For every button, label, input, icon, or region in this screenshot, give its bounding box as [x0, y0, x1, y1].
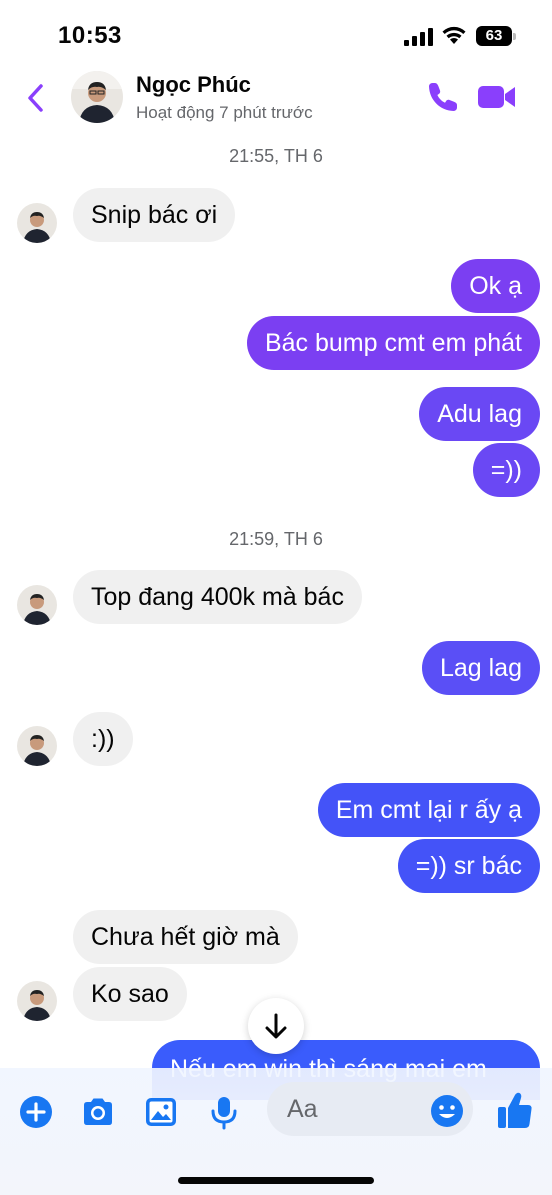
home-indicator — [178, 1177, 374, 1184]
outgoing-message[interactable]: Em cmt lại r ấy ạ — [317, 783, 540, 837]
back-chevron-icon[interactable] — [22, 80, 52, 116]
outgoing-message[interactable]: =)) sr bác — [397, 839, 540, 893]
outgoing-message[interactable]: Lag lag — [421, 641, 540, 695]
plus-icon[interactable] — [18, 1094, 54, 1130]
arrow-down-icon — [265, 1013, 287, 1039]
wifi-icon — [442, 26, 466, 44]
timestamp: 21:59, TH 6 — [229, 529, 323, 549]
contact-name[interactable]: Ngọc Phúc — [136, 72, 251, 98]
emoji-icon[interactable] — [430, 1094, 464, 1128]
message-composer — [0, 1068, 552, 1195]
incoming-message[interactable]: Chưa hết giờ mà — [73, 910, 298, 964]
incoming-message[interactable]: :)) — [73, 712, 133, 766]
outgoing-message[interactable]: Adu lag — [419, 387, 540, 441]
contact-avatar[interactable] — [71, 71, 123, 123]
contact-avatar-small — [17, 585, 57, 625]
image-icon[interactable] — [143, 1094, 179, 1130]
activity-status: Hoạt động 7 phút trước — [136, 103, 313, 122]
signal-icon — [404, 28, 434, 46]
status-bar: 10:53 63 — [0, 0, 552, 62]
status-time: 10:53 — [58, 22, 122, 49]
outgoing-message[interactable]: Ok ạ — [451, 259, 540, 313]
incoming-message[interactable]: Ko sao — [73, 967, 187, 1021]
incoming-message[interactable]: Top đang 400k mà bác — [73, 570, 362, 624]
camera-icon[interactable] — [80, 1094, 116, 1130]
phone-icon[interactable] — [426, 80, 460, 114]
video-camera-icon[interactable] — [477, 82, 517, 112]
scroll-to-bottom-button[interactable] — [248, 998, 304, 1054]
thumbs-up-icon[interactable] — [497, 1090, 533, 1130]
outgoing-message[interactable]: =)) — [472, 443, 540, 497]
outgoing-message[interactable]: Bác bump cmt em phát — [246, 316, 540, 370]
contact-avatar-small — [17, 981, 57, 1021]
microphone-icon[interactable] — [206, 1094, 242, 1130]
contact-avatar-small — [17, 203, 57, 243]
chat-header: Ngọc Phúc Hoạt động 7 phút trước — [0, 62, 552, 132]
incoming-message[interactable]: Snip bác ơi — [73, 188, 236, 242]
timestamp: 21:55, TH 6 — [229, 146, 323, 166]
battery-icon: 63 — [476, 26, 516, 46]
contact-avatar-small — [17, 726, 57, 766]
